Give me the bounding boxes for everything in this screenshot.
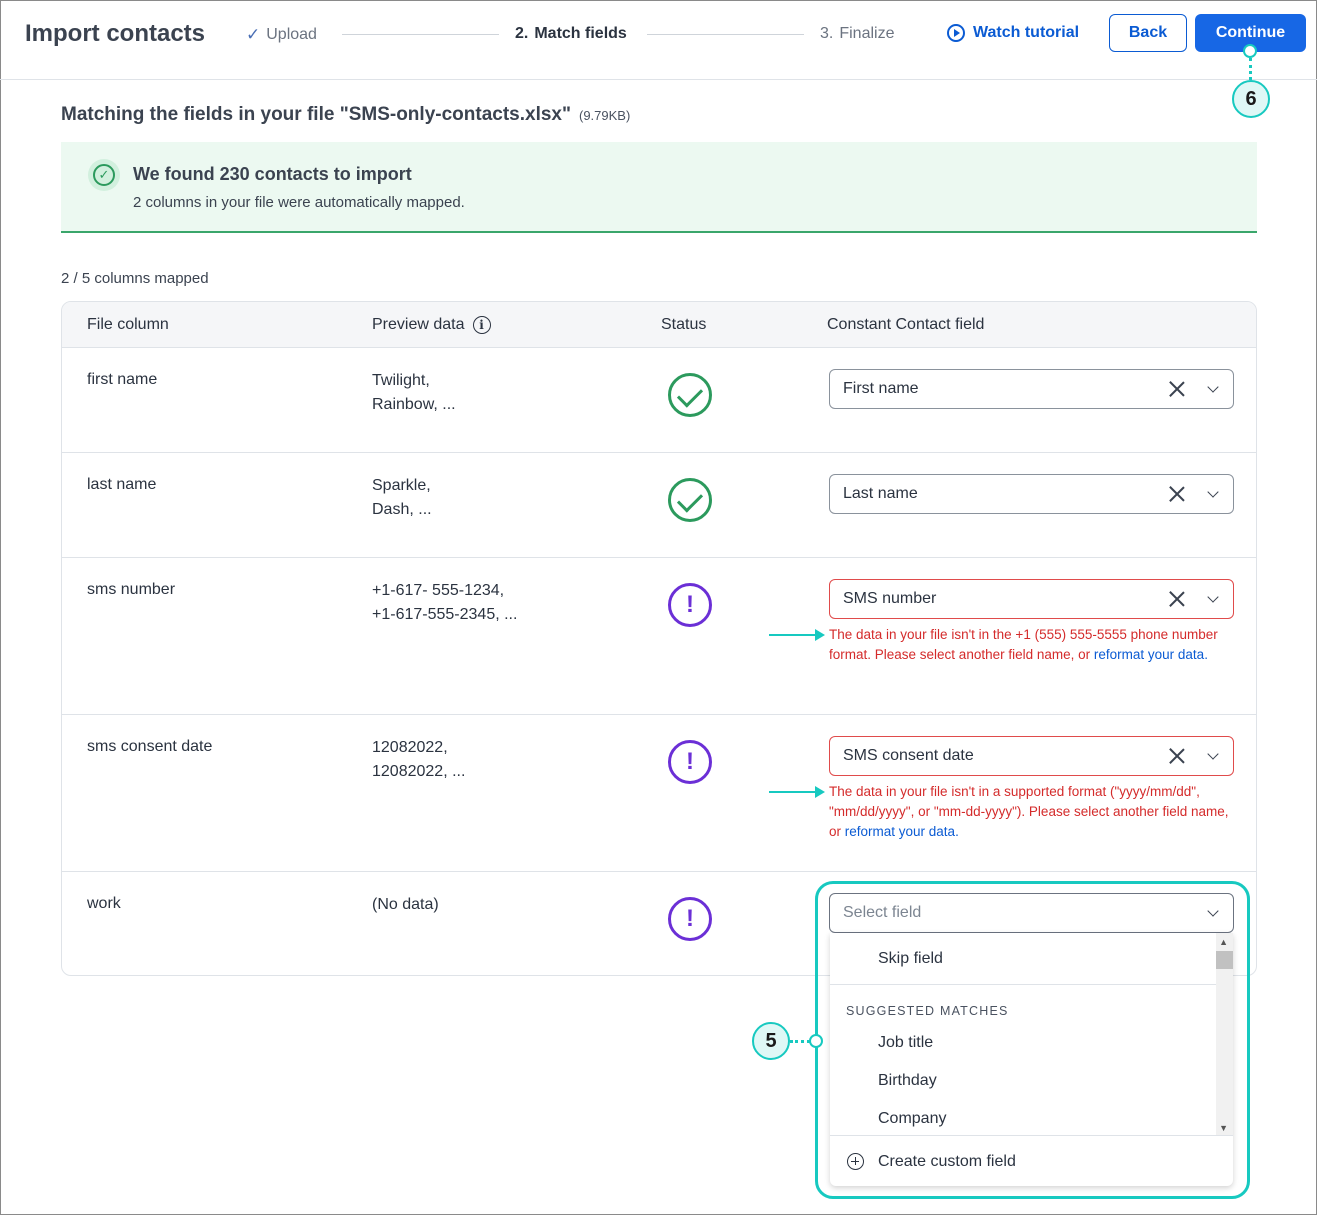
watch-tutorial-label: Watch tutorial xyxy=(973,24,1080,41)
error-message: The data in your file isn't in a support… xyxy=(829,782,1239,842)
success-banner: ✓ We found 230 contacts to import 2 colu… xyxy=(61,142,1257,233)
preview-line: 12082022, ... xyxy=(372,763,466,780)
header-cc-field: Constant Contact field xyxy=(827,316,985,333)
step-finalize: 3. Finalize xyxy=(820,25,894,43)
chevron-down-icon[interactable] xyxy=(1207,486,1219,498)
status-success-icon xyxy=(668,478,712,522)
selected-field: First name xyxy=(843,380,919,397)
callout-connector xyxy=(790,1040,810,1043)
check-icon: ✓ xyxy=(246,25,261,44)
table-row: first name Twilight, Rainbow, ... First … xyxy=(62,348,1256,453)
reformat-data-link[interactable]: reformat your data xyxy=(1094,647,1204,662)
table-row: sms consent date 12082022, 12082022, ...… xyxy=(62,715,1256,872)
mapped-count: 2 / 5 columns mapped xyxy=(61,270,209,287)
clear-icon[interactable] xyxy=(1169,591,1185,607)
step-divider xyxy=(342,34,499,35)
file-column-name: first name xyxy=(87,371,158,388)
preview-line: Sparkle, xyxy=(372,477,431,494)
field-mapping-table: File column Preview data i Status Consta… xyxy=(61,301,1257,976)
status-warning-icon: ! xyxy=(668,897,712,941)
callout-badge-6: 6 xyxy=(1232,80,1270,118)
step-upload: ✓ Upload xyxy=(246,25,317,45)
preview-line: (No data) xyxy=(372,896,439,913)
preview-line: Dash, ... xyxy=(372,501,432,518)
field-select[interactable]: SMS consent date xyxy=(829,736,1234,776)
success-check-icon: ✓ xyxy=(88,159,120,191)
step-match-fields: 2. Match fields xyxy=(515,25,627,43)
status-warning-icon: ! xyxy=(668,583,712,627)
callout-arrow xyxy=(769,629,825,641)
status-warning-icon: ! xyxy=(668,740,712,784)
callout-arrow xyxy=(769,786,825,798)
error-end: . xyxy=(955,824,959,839)
page-title: Import contacts xyxy=(25,20,206,47)
step-finalize-label: Finalize xyxy=(839,25,895,42)
field-select[interactable]: SMS number xyxy=(829,579,1234,619)
match-title-text: Matching the fields in your file "SMS-on… xyxy=(61,104,571,125)
preview-data: Sparkle, Dash, ... xyxy=(372,474,432,522)
watch-tutorial-link[interactable]: Watch tutorial xyxy=(947,24,1079,42)
chevron-down-icon[interactable] xyxy=(1207,381,1219,393)
preview-data: +1-617- 555-1234, +1-617-555-2345, ... xyxy=(372,579,517,627)
step-number: 3. xyxy=(820,25,834,42)
status-success-icon xyxy=(668,373,712,417)
preview-line: +1-617-555-2345, ... xyxy=(372,606,518,623)
preview-data: Twilight, Rainbow, ... xyxy=(372,369,456,417)
callout-anchor-dot xyxy=(809,1034,823,1048)
file-column-name: sms number xyxy=(87,581,176,598)
file-column-name: work xyxy=(87,895,121,912)
callout-highlight xyxy=(815,881,1250,1199)
selected-field: SMS number xyxy=(843,590,937,607)
info-icon[interactable]: i xyxy=(472,316,491,334)
preview-data: (No data) xyxy=(372,893,439,917)
preview-data: 12082022, 12082022, ... xyxy=(372,736,465,784)
header: Import contacts ✓ Upload 2. Match fields… xyxy=(0,0,1317,80)
field-select[interactable]: First name xyxy=(829,369,1234,409)
chevron-down-icon[interactable] xyxy=(1207,748,1219,760)
preview-line: Rainbow, ... xyxy=(372,396,456,413)
file-column-name: last name xyxy=(87,476,157,493)
step-match-fields-label: Match fields xyxy=(534,25,627,42)
callout-connector xyxy=(1249,58,1252,80)
field-select[interactable]: Last name xyxy=(829,474,1234,514)
step-divider xyxy=(647,34,804,35)
header-preview-data: Preview data i xyxy=(372,316,491,334)
back-button[interactable]: Back xyxy=(1109,14,1187,52)
file-size: (9.79KB) xyxy=(579,108,631,123)
table-row: last name Sparkle, Dash, ... Last name xyxy=(62,453,1256,558)
chevron-down-icon[interactable] xyxy=(1207,591,1219,603)
preview-line: Twilight, xyxy=(372,372,430,389)
callout-badge-5: 5 xyxy=(752,1022,790,1060)
table-row: sms number +1-617- 555-1234, +1-617-555-… xyxy=(62,558,1256,715)
preview-line: 12082022, xyxy=(372,739,448,756)
header-file-column: File column xyxy=(87,316,169,333)
preview-line: +1-617- 555-1234, xyxy=(372,582,505,599)
step-number: 2. xyxy=(515,25,529,42)
banner-title: We found 230 contacts to import xyxy=(133,164,412,184)
table-header: File column Preview data i Status Consta… xyxy=(62,302,1256,348)
play-icon xyxy=(947,24,965,42)
clear-icon[interactable] xyxy=(1169,486,1185,502)
clear-icon[interactable] xyxy=(1169,748,1185,764)
selected-field: SMS consent date xyxy=(843,747,974,764)
error-end: . xyxy=(1204,647,1208,662)
selected-field: Last name xyxy=(843,485,918,502)
banner-subtitle: 2 columns in your file were automaticall… xyxy=(133,194,465,211)
clear-icon[interactable] xyxy=(1169,381,1185,397)
callout-anchor-dot xyxy=(1243,44,1257,58)
match-fields-heading: Matching the fields in your file "SMS-on… xyxy=(61,104,630,126)
header-preview-label: Preview data xyxy=(372,316,465,333)
file-column-name: sms consent date xyxy=(87,738,213,755)
step-upload-label: Upload xyxy=(266,26,317,43)
header-status: Status xyxy=(661,316,707,333)
reformat-data-link[interactable]: reformat your data xyxy=(845,824,955,839)
error-message: The data in your file isn't in the +1 (5… xyxy=(829,625,1239,665)
